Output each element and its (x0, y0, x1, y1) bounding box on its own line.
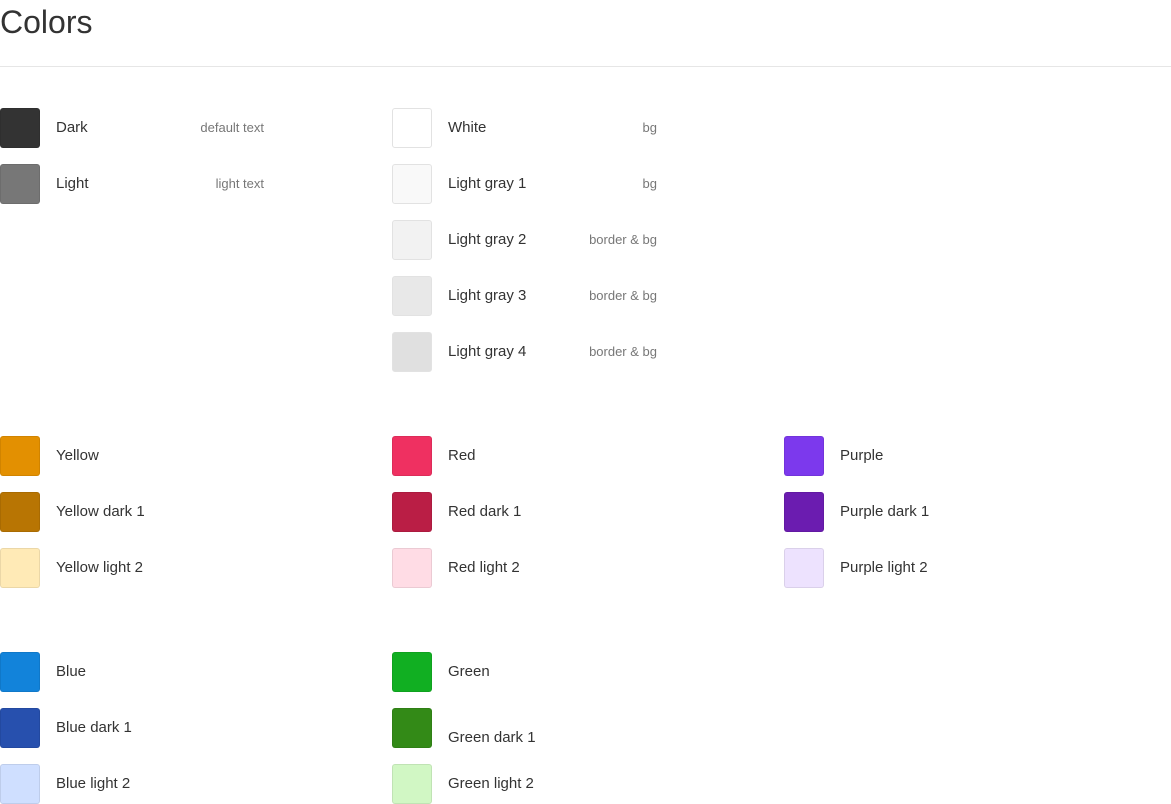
color-usage: border & bg (589, 232, 657, 247)
color-chip (0, 108, 40, 148)
swatch-dark[interactable]: Dark default text (0, 108, 264, 148)
swatch-green-dark-1[interactable]: Green dark 1 (392, 708, 657, 748)
color-name: Blue dark 1 (56, 719, 132, 736)
swatch-red-light-2[interactable]: Red light 2 (392, 548, 657, 588)
color-chip (784, 548, 824, 588)
color-chip (392, 708, 432, 748)
color-name: Light (56, 175, 89, 192)
color-name: Yellow light 2 (56, 559, 144, 576)
color-name: Light gray 1 (448, 175, 527, 192)
color-usage: bg (642, 176, 657, 191)
color-chip (392, 332, 432, 372)
swatch-red[interactable]: Red (392, 436, 657, 476)
color-usage: border & bg (589, 288, 657, 303)
swatch-red-dark-1[interactable]: Red dark 1 (392, 492, 657, 532)
swatch-blue[interactable]: Blue (0, 652, 264, 692)
swatch-purple[interactable]: Purple (784, 436, 1049, 476)
swatch-yellow-light-2[interactable]: Yellow light 2 (0, 548, 264, 588)
color-name: Light gray 3 (448, 287, 527, 304)
swatch-light-gray-3[interactable]: Light gray 3 border & bg (392, 276, 657, 316)
swatch-white[interactable]: White bg (392, 108, 657, 148)
color-chip (0, 436, 40, 476)
swatch-green[interactable]: Green (392, 652, 657, 692)
color-name: Purple dark 1 (840, 503, 930, 520)
color-name: Yellow (56, 447, 99, 464)
color-chip (0, 708, 40, 748)
color-name: Red light 2 (448, 559, 520, 576)
swatch-purple-dark-1[interactable]: Purple dark 1 (784, 492, 1049, 532)
swatch-light-gray-2[interactable]: Light gray 2 border & bg (392, 220, 657, 260)
color-name: Blue light 2 (56, 775, 131, 792)
color-chip (392, 548, 432, 588)
color-name: Green (448, 663, 490, 680)
color-name: Green dark 1 (448, 729, 536, 746)
color-name: Light gray 4 (448, 343, 527, 360)
color-chip (392, 652, 432, 692)
color-name: Green light 2 (448, 775, 534, 792)
swatch-blue-dark-1[interactable]: Blue dark 1 (0, 708, 264, 748)
color-name: Light gray 2 (448, 231, 527, 248)
swatch-light[interactable]: Light light text (0, 164, 264, 204)
title-divider (0, 66, 1171, 67)
swatch-light-gray-1[interactable]: Light gray 1 bg (392, 164, 657, 204)
color-chip (392, 276, 432, 316)
color-name: Purple (840, 447, 884, 464)
color-name: Blue (56, 663, 87, 680)
swatch-green-light-2[interactable]: Green light 2 (392, 764, 657, 804)
color-chip (392, 220, 432, 260)
color-chip (0, 164, 40, 204)
swatch-light-gray-4[interactable]: Light gray 4 border & bg (392, 332, 657, 372)
color-chip (0, 652, 40, 692)
page-title: Colors (0, 4, 93, 40)
color-chip (392, 108, 432, 148)
color-chip (0, 492, 40, 532)
color-chip (392, 164, 432, 204)
color-chip (392, 764, 432, 804)
color-chip (392, 492, 432, 532)
color-chip (392, 436, 432, 476)
swatch-blue-light-2[interactable]: Blue light 2 (0, 764, 264, 804)
swatch-yellow[interactable]: Yellow (0, 436, 264, 476)
color-chip (784, 436, 824, 476)
color-name: Red (448, 447, 476, 464)
color-usage: default text (200, 120, 264, 135)
color-chip (0, 764, 40, 804)
color-usage: light text (215, 176, 264, 191)
color-chip (0, 548, 40, 588)
color-chip (784, 492, 824, 532)
color-name: Red dark 1 (448, 503, 522, 520)
swatch-purple-light-2[interactable]: Purple light 2 (784, 548, 1049, 588)
color-name: Yellow dark 1 (56, 503, 145, 520)
color-usage: border & bg (589, 344, 657, 359)
color-name: Purple light 2 (840, 559, 928, 576)
color-name: White (448, 119, 487, 136)
color-usage: bg (642, 120, 657, 135)
color-name: Dark (56, 119, 88, 136)
swatch-yellow-dark-1[interactable]: Yellow dark 1 (0, 492, 264, 532)
